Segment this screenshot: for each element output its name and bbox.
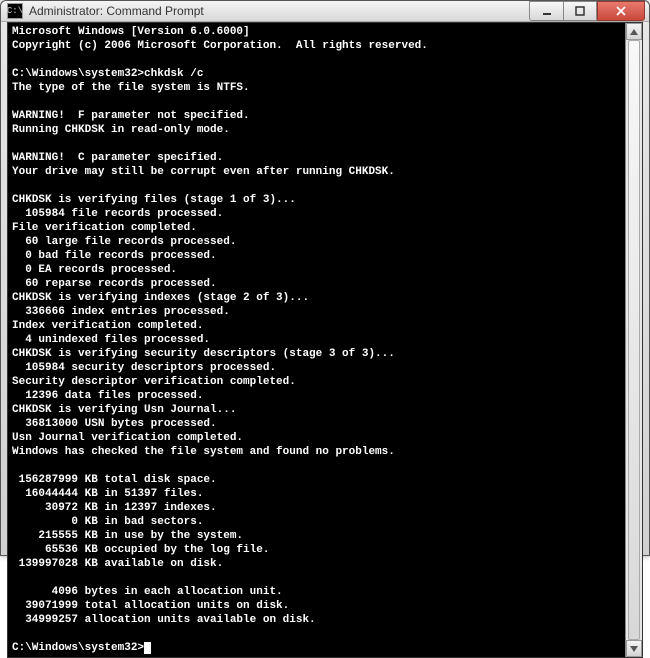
vertical-scrollbar[interactable] [625, 23, 642, 657]
console-icon: C:\ [7, 3, 23, 19]
cursor [144, 642, 151, 654]
client-area: Microsoft Windows [Version 6.0.6000] Cop… [7, 22, 643, 658]
titlebar[interactable]: C:\ Administrator: Command Prompt [1, 1, 649, 22]
maximize-icon [575, 6, 585, 16]
window-controls [529, 1, 645, 21]
scroll-down-button[interactable] [626, 640, 642, 657]
scrollbar-thumb[interactable] [628, 40, 640, 640]
maximize-button[interactable] [563, 1, 597, 21]
scroll-up-button[interactable] [626, 23, 642, 40]
scrollbar-track[interactable] [626, 40, 642, 640]
minimize-icon [542, 7, 552, 15]
close-icon [615, 6, 627, 16]
close-button[interactable] [597, 1, 645, 21]
chevron-up-icon [630, 29, 638, 35]
minimize-button[interactable] [529, 1, 563, 21]
chevron-down-icon [630, 646, 638, 652]
console-output[interactable]: Microsoft Windows [Version 6.0.6000] Cop… [8, 23, 625, 657]
window-title: Administrator: Command Prompt [29, 4, 529, 18]
prompt-line: C:\Windows\system32> [12, 642, 144, 654]
command-prompt-window: C:\ Administrator: Command Prompt Micros… [0, 0, 650, 556]
